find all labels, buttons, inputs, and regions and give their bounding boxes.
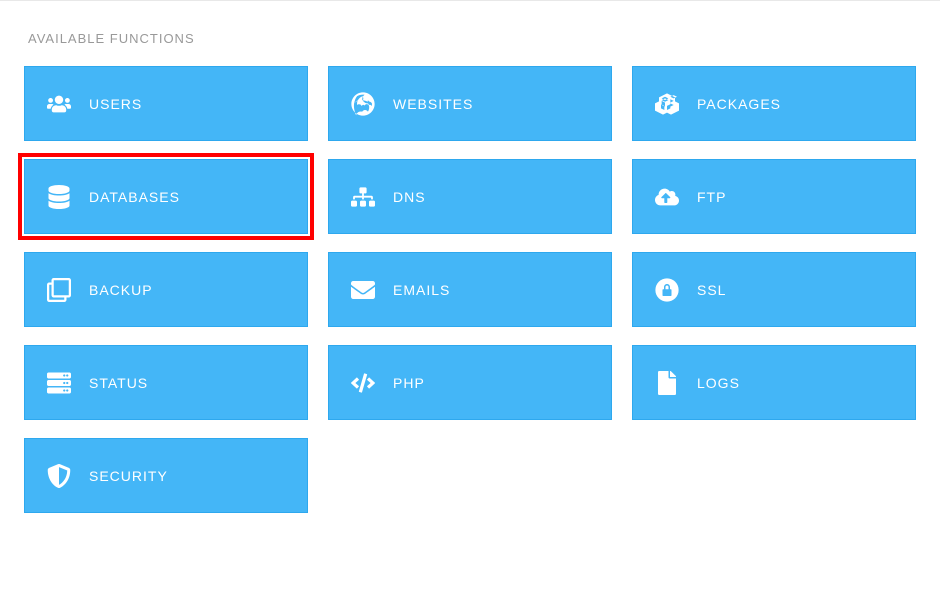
cloud-upload-icon xyxy=(655,185,679,209)
tile-label: LOGS xyxy=(697,375,740,391)
cubes-icon xyxy=(655,92,679,116)
tile-label: WEBSITES xyxy=(393,96,473,112)
server-icon xyxy=(47,371,71,395)
copy-icon xyxy=(47,278,71,302)
sitemap-icon xyxy=(351,185,375,209)
globe-icon xyxy=(351,92,375,116)
tile-databases[interactable]: DATABASES xyxy=(24,159,308,234)
shield-icon xyxy=(47,464,71,488)
tile-label: PACKAGES xyxy=(697,96,781,112)
tile-label: PHP xyxy=(393,375,425,391)
tile-users[interactable]: USERS xyxy=(24,66,308,141)
tile-websites[interactable]: WEBSITES xyxy=(328,66,612,141)
tile-label: EMAILS xyxy=(393,282,450,298)
tile-label: BACKUP xyxy=(89,282,153,298)
tile-ssl[interactable]: SSL xyxy=(632,252,916,327)
lock-circle-icon xyxy=(655,278,679,302)
tile-backup[interactable]: BACKUP xyxy=(24,252,308,327)
tile-dns[interactable]: DNS xyxy=(328,159,612,234)
file-icon xyxy=(655,371,679,395)
tile-label: DNS xyxy=(393,189,426,205)
tile-label: USERS xyxy=(89,96,142,112)
tile-label: SECURITY xyxy=(89,468,168,484)
tile-label: FTP xyxy=(697,189,726,205)
functions-grid: USERS WEBSITES PACKAGES DATABASES DNS FT… xyxy=(24,66,916,513)
tile-label: SSL xyxy=(697,282,726,298)
tile-security[interactable]: SECURITY xyxy=(24,438,308,513)
tile-label: STATUS xyxy=(89,375,148,391)
envelope-icon xyxy=(351,278,375,302)
tile-status[interactable]: STATUS xyxy=(24,345,308,420)
tile-php[interactable]: PHP xyxy=(328,345,612,420)
code-icon xyxy=(351,371,375,395)
users-icon xyxy=(47,92,71,116)
tile-emails[interactable]: EMAILS xyxy=(328,252,612,327)
database-icon xyxy=(47,185,71,209)
section-title: AVAILABLE FUNCTIONS xyxy=(28,31,916,46)
tile-ftp[interactable]: FTP xyxy=(632,159,916,234)
tile-packages[interactable]: PACKAGES xyxy=(632,66,916,141)
tile-label: DATABASES xyxy=(89,189,180,205)
tile-logs[interactable]: LOGS xyxy=(632,345,916,420)
